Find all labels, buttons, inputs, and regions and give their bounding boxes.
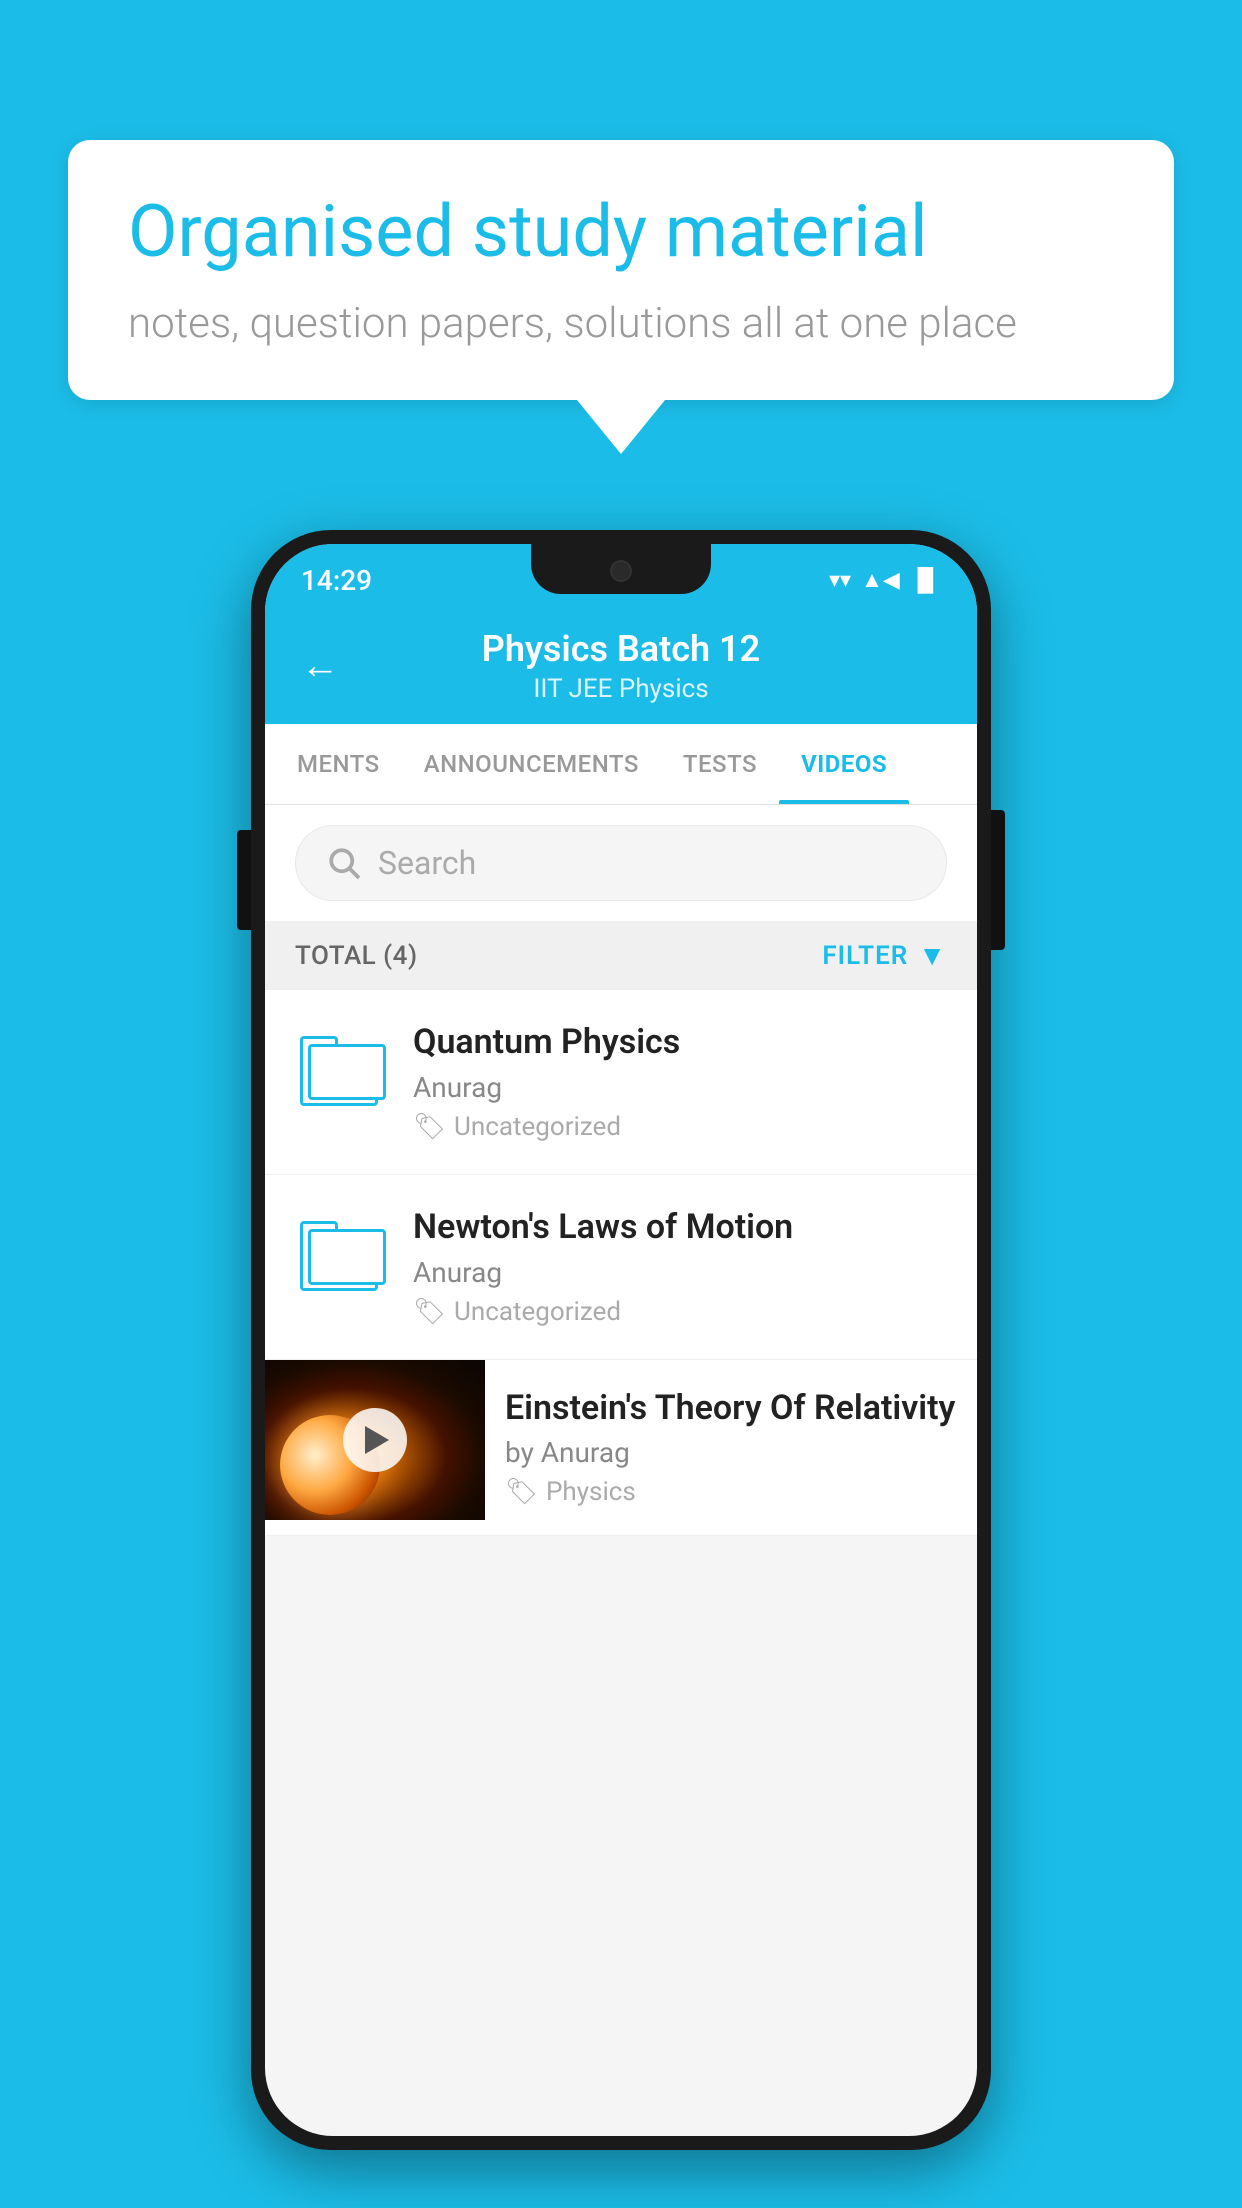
filter-icon: ▼ — [918, 939, 947, 972]
status-icons: ▾▾ ▲◀ ▐▌ — [829, 567, 941, 593]
search-bar[interactable]: Search — [295, 825, 947, 901]
item-author: by Anurag — [505, 1436, 957, 1469]
item-content: Quantum Physics Anurag 🏷 Uncategorized — [413, 1022, 947, 1142]
folder-icon — [300, 1221, 380, 1291]
tab-videos[interactable]: VIDEOS — [779, 724, 909, 804]
item-tag: 🏷 Uncategorized — [413, 1297, 947, 1327]
item-tag: 🏷 Physics — [505, 1477, 957, 1507]
list-item-thumb[interactable]: Einstein's Theory Of Relativity by Anura… — [265, 1360, 977, 1536]
tag-label: Uncategorized — [454, 1297, 621, 1327]
tag-icon: 🏷 — [413, 1112, 446, 1142]
back-button[interactable]: ← — [301, 644, 339, 688]
item-author: Anurag — [413, 1256, 947, 1289]
status-time: 14:29 — [301, 564, 372, 597]
tag-label: Uncategorized — [454, 1112, 621, 1142]
camera-dot — [610, 560, 632, 582]
bubble-heading: Organised study material — [128, 192, 1114, 271]
item-title: Quantum Physics — [413, 1022, 947, 1063]
tag-icon: 🏷 — [413, 1297, 446, 1327]
play-icon — [365, 1426, 389, 1454]
tab-bar: MENTS ANNOUNCEMENTS TESTS VIDEOS — [265, 724, 977, 805]
thumb-wrapper — [265, 1360, 485, 1520]
page-title: Physics Batch 12 — [363, 628, 879, 670]
phone-mockup: 14:29 ▾▾ ▲◀ ▐▌ ← Physics Batch 12 IIT JE… — [251, 530, 991, 2150]
item-author: Anurag — [413, 1071, 947, 1104]
bubble-subtext: notes, question papers, solutions all at… — [128, 299, 1114, 348]
list-item[interactable]: Newton's Laws of Motion Anurag 🏷 Uncateg… — [265, 1175, 977, 1360]
folder-icon — [300, 1036, 380, 1106]
filter-button[interactable]: FILTER ▼ — [822, 939, 947, 972]
folder-front — [308, 1229, 386, 1285]
thumb-content: Einstein's Theory Of Relativity by Anura… — [485, 1360, 977, 1535]
signal-icon: ▲◀ — [861, 567, 900, 593]
search-bar-container: Search — [265, 805, 977, 921]
phone-notch — [531, 544, 711, 594]
tag-label: Physics — [546, 1477, 636, 1507]
speech-bubble-card: Organised study material notes, question… — [68, 140, 1174, 400]
item-content: Newton's Laws of Motion Anurag 🏷 Uncateg… — [413, 1207, 947, 1327]
list-item[interactable]: Quantum Physics Anurag 🏷 Uncategorized — [265, 990, 977, 1175]
app-header: ← Physics Batch 12 IIT JEE Physics — [265, 608, 977, 724]
battery-icon: ▐▌ — [910, 567, 941, 593]
tab-ments[interactable]: MENTS — [275, 724, 402, 804]
play-button[interactable] — [343, 1408, 407, 1472]
filter-bar: TOTAL (4) FILTER ▼ — [265, 921, 977, 990]
bubble-tail — [577, 400, 665, 454]
tab-tests[interactable]: TESTS — [661, 724, 779, 804]
speech-bubble-section: Organised study material notes, question… — [68, 140, 1174, 454]
search-placeholder: Search — [378, 844, 476, 882]
phone-outer: 14:29 ▾▾ ▲◀ ▐▌ ← Physics Batch 12 IIT JE… — [251, 530, 991, 2150]
search-icon — [326, 845, 362, 881]
phone-screen: 14:29 ▾▾ ▲◀ ▐▌ ← Physics Batch 12 IIT JE… — [265, 544, 977, 2136]
item-icon — [295, 1211, 385, 1301]
item-tag: 🏷 Uncategorized — [413, 1112, 947, 1142]
item-icon — [295, 1026, 385, 1116]
header-title-block: Physics Batch 12 IIT JEE Physics — [363, 628, 879, 704]
tab-announcements[interactable]: ANNOUNCEMENTS — [402, 724, 661, 804]
item-title: Newton's Laws of Motion — [413, 1207, 947, 1248]
wifi-icon: ▾▾ — [829, 568, 851, 593]
item-title: Einstein's Theory Of Relativity — [505, 1388, 957, 1428]
page-subtitle: IIT JEE Physics — [363, 674, 879, 704]
total-count: TOTAL (4) — [295, 941, 418, 971]
tag-icon: 🏷 — [505, 1477, 538, 1507]
filter-label: FILTER — [822, 941, 908, 971]
folder-front — [308, 1044, 386, 1100]
video-list: Quantum Physics Anurag 🏷 Uncategorized — [265, 990, 977, 1536]
